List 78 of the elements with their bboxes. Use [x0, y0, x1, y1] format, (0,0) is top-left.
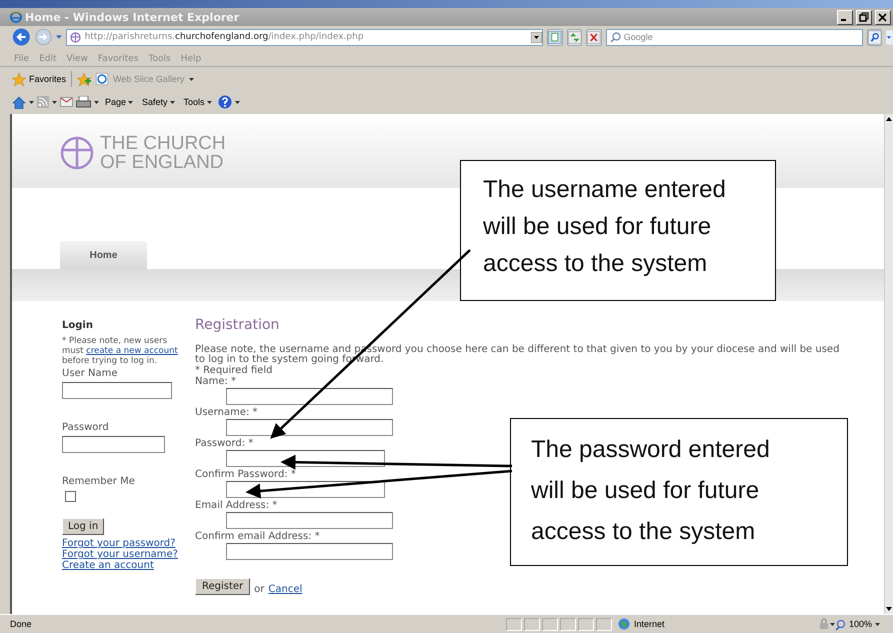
field-label: Password: [62, 422, 109, 433]
search-icon: [610, 32, 621, 42]
home-icon[interactable]: [12, 96, 26, 108]
back-icon[interactable]: [12, 26, 31, 48]
link[interactable]: Forgot your username?: [62, 549, 178, 560]
star-icon: [12, 72, 26, 86]
dropdown-arrow-icon[interactable]: [531, 32, 542, 42]
caret-icon[interactable]: [189, 78, 194, 80]
caret-icon[interactable]: [94, 100, 99, 104]
caret-icon[interactable]: [52, 100, 57, 104]
status-pane: [596, 618, 612, 630]
status-pane: [506, 618, 522, 630]
cross-logo-icon: [60, 136, 94, 170]
field-label: Confirm email Address: *: [195, 531, 320, 542]
callout-box: The password entered will be used for future access to the system: [510, 418, 848, 566]
caret-icon[interactable]: [234, 100, 240, 104]
input-field[interactable]: [62, 436, 165, 453]
status-pane: [560, 618, 576, 630]
nav-tab[interactable]: Home: [60, 241, 147, 269]
create-account-link[interactable]: create a new account: [86, 346, 178, 356]
status-pane: [578, 618, 594, 630]
input-field[interactable]: [226, 512, 393, 529]
section-heading: Login: [62, 320, 93, 331]
minimize-icon[interactable]: [837, 10, 853, 24]
login-button[interactable]: Log in: [62, 518, 104, 535]
input-field[interactable]: [62, 382, 172, 399]
logo-text: THE CHURCH: [100, 134, 226, 153]
close-icon[interactable]: [875, 10, 891, 24]
caret-icon[interactable]: [29, 100, 34, 104]
restore-icon[interactable]: [856, 10, 872, 24]
status-text: Done: [9, 619, 33, 629]
address-field[interactable]: http://parishreturns.churchofengland.org/index.php/index.php: [66, 28, 544, 46]
field-label: Password: *: [195, 438, 254, 449]
caret-icon[interactable]: [886, 28, 893, 46]
field-label: Email Address: *: [195, 500, 278, 511]
cancel-link[interactable]: Cancel: [268, 584, 302, 595]
caret-icon: [128, 100, 134, 104]
search-field[interactable]: Google: [606, 28, 863, 46]
field-label: User Name: [62, 368, 118, 379]
refresh-icon[interactable]: [566, 28, 582, 46]
input-field[interactable]: [226, 388, 393, 405]
section-heading: Registration: [195, 317, 280, 333]
scrollbar[interactable]: [884, 114, 893, 614]
zone-text: Internet: [634, 619, 665, 629]
search-icon[interactable]: [866, 28, 882, 46]
help-icon[interactable]: [218, 95, 232, 109]
caret-icon: [875, 622, 880, 626]
checkbox[interactable]: [65, 491, 76, 502]
zoom-icon: [835, 618, 846, 630]
stop-icon[interactable]: [586, 28, 602, 46]
command-button[interactable]: Page: [102, 97, 136, 107]
field-label: Name: *: [195, 376, 236, 387]
zoom-button[interactable]: 100%: [835, 618, 893, 630]
mail-icon[interactable]: [60, 97, 73, 107]
command-button[interactable]: Tools: [180, 97, 215, 107]
login-note: * Please note, new users must create a new account before trying to log in.: [62, 336, 179, 366]
caret-icon: [206, 100, 212, 104]
or-text: or: [254, 584, 264, 595]
printer-icon[interactable]: [76, 96, 91, 108]
link[interactable]: Forgot your password?: [62, 538, 178, 549]
window-title: Home - Windows Internet Explorer: [25, 10, 240, 24]
input-field[interactable]: [226, 419, 393, 436]
register-button[interactable]: Register: [195, 578, 250, 595]
field-label: Remember Me: [62, 476, 135, 487]
caret-icon: [170, 100, 175, 104]
required-note: * Required field: [195, 365, 272, 376]
input-field[interactable]: [226, 543, 393, 560]
status-pane: [524, 618, 540, 630]
field-label: Username: *: [195, 407, 258, 418]
status-pane: [542, 618, 558, 630]
logo-text: OF ENGLAND: [100, 153, 225, 172]
caret-icon[interactable]: [830, 622, 835, 626]
command-button[interactable]: Safety: [139, 97, 178, 107]
compatibility-view-icon[interactable]: [547, 28, 563, 46]
favorites-button[interactable]: Favorites: [12, 72, 66, 86]
link[interactable]: Create an account: [62, 560, 178, 571]
callout-box: The username entered will be used for future access to the system: [460, 160, 776, 301]
field-label: Confirm Password: *: [195, 469, 296, 480]
